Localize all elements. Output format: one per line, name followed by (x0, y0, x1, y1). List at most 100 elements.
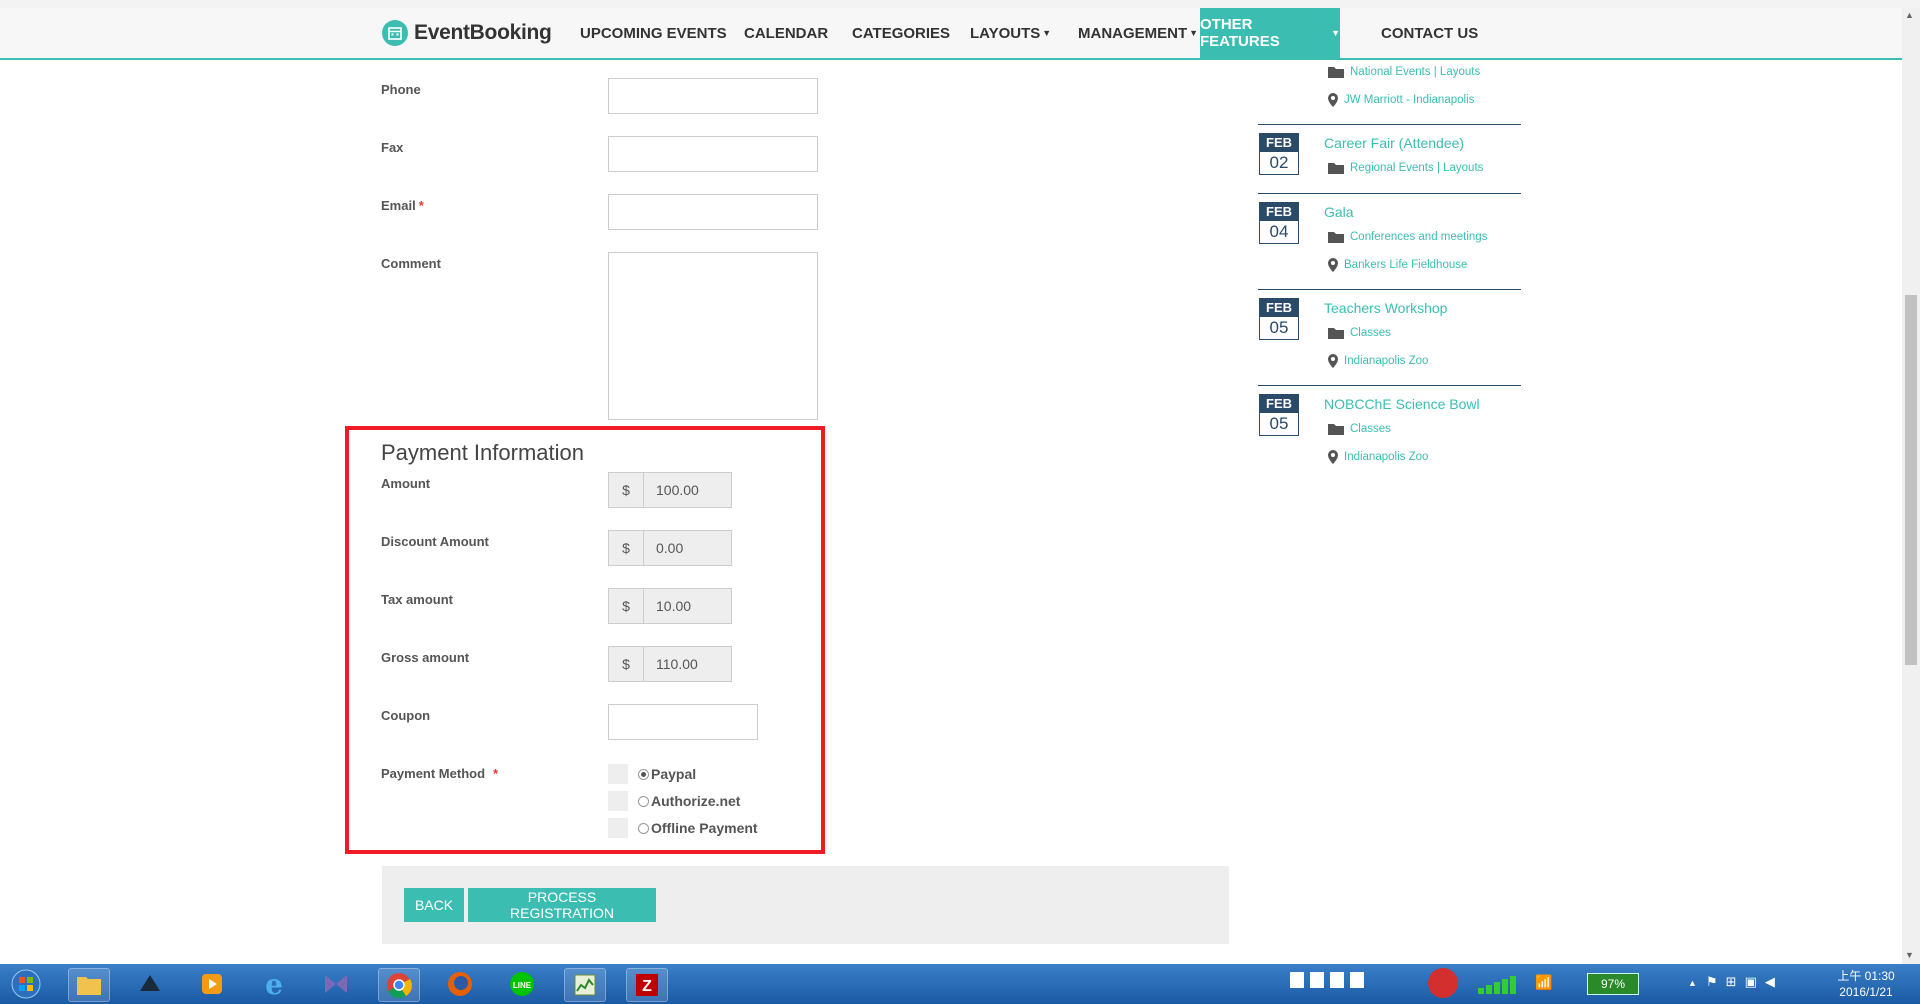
event-title-link[interactable]: NOBCChE Science Bowl (1324, 396, 1480, 412)
payment-method-label-text: Payment Method (381, 766, 486, 781)
windows-icon[interactable]: ⊞ (1726, 974, 1737, 990)
line-icon[interactable]: LINE (502, 968, 542, 1000)
volume-icon[interactable]: ◀ (1765, 974, 1775, 990)
scroll-down-arrow-icon[interactable]: ▼ (1905, 950, 1914, 960)
event-title-link[interactable]: Gala (1324, 204, 1354, 220)
event-location-link[interactable]: Bankers Life Fieldhouse (1328, 258, 1467, 272)
payment-method-authorize[interactable]: Authorize.net (608, 791, 740, 811)
event-location-text: Indianapolis Zoo (1344, 355, 1429, 367)
coupon-label: Coupon (381, 708, 431, 723)
nav-other-features[interactable]: OTHER FEATURES ▼ (1200, 8, 1340, 58)
event-day: 02 (1260, 152, 1298, 174)
payment-method-label-paypal: Paypal (651, 766, 697, 782)
tax-label: Tax amount (381, 592, 453, 607)
phone-input[interactable] (608, 78, 818, 114)
payment-method-label-authorize: Authorize.net (651, 793, 741, 809)
show-hidden-icons-arrow-icon[interactable]: ▲ (1688, 978, 1697, 988)
nav-label: UPCOMING EVENTS (580, 24, 727, 42)
site-logo[interactable]: EventBooking (382, 16, 552, 50)
event-title-link[interactable]: Teachers Workshop (1324, 300, 1447, 316)
taskmgr-icon[interactable] (564, 968, 606, 1002)
event-divider (1258, 289, 1521, 290)
visual-studio-icon[interactable] (316, 968, 356, 1000)
payment-method-paypal[interactable]: Paypal (608, 764, 696, 784)
tax-value: 10.00 (644, 589, 731, 623)
tray-system-icons[interactable]: ⚑ ⊞ ▣ ◀ (1706, 974, 1775, 990)
nav-management[interactable]: MANAGEMENT ▼ (1060, 8, 1216, 58)
event-category-link[interactable]: National Events | Layouts (1328, 66, 1480, 78)
payment-method-offline[interactable]: Offline Payment (608, 818, 758, 838)
event-category-link[interactable]: Classes (1328, 423, 1391, 435)
email-label-text: Email (381, 198, 416, 213)
wireless-icon[interactable]: 📶 (1535, 974, 1552, 991)
event-category-text: Regional Events | Layouts (1350, 162, 1484, 174)
event-day: 05 (1260, 413, 1298, 435)
help-icon[interactable] (1350, 972, 1364, 988)
media-player-icon[interactable] (192, 968, 232, 1000)
nav-label: CONTACT US (1381, 24, 1479, 42)
radio-unchecked-icon[interactable] (638, 795, 649, 807)
caret-down-icon: ▼ (1331, 28, 1340, 38)
process-registration-button[interactable]: PROCESS REGISTRATION (468, 888, 656, 922)
event-location-link[interactable]: Indianapolis Zoo (1328, 354, 1428, 368)
fax-input[interactable] (608, 136, 818, 172)
event-day: 05 (1260, 317, 1298, 339)
coupon-input[interactable] (608, 704, 758, 740)
app-icon[interactable] (130, 968, 170, 1000)
event-divider (1258, 193, 1521, 194)
nav-categories[interactable]: CATEGORIES (834, 8, 968, 58)
radio-checked-icon[interactable] (638, 768, 649, 780)
fax-label: Fax (381, 140, 404, 155)
event-category-link[interactable]: Classes (1328, 327, 1391, 339)
explorer-icon[interactable] (68, 968, 110, 1002)
event-category-link[interactable]: Conferences and meetings (1328, 231, 1487, 243)
svg-text:LINE: LINE (513, 981, 532, 990)
nav-layouts[interactable]: LAYOUTS ▼ (952, 8, 1069, 58)
radio-unchecked-icon[interactable] (638, 822, 649, 834)
tray-app-icon[interactable] (1428, 968, 1458, 998)
payment-method-label-offline: Offline Payment (651, 820, 758, 836)
start-orb-icon[interactable] (6, 968, 46, 1000)
nav-label: OTHER FEATURES (1200, 16, 1280, 50)
system-clock[interactable]: 上午 01:30 2016/1/21 (1822, 968, 1910, 1000)
nav-calendar[interactable]: CALENDAR (726, 8, 846, 58)
email-label: Email * (381, 198, 424, 213)
internet-explorer-icon[interactable]: e (254, 968, 294, 1001)
site-logo-text: EventBooking (414, 21, 552, 44)
radio-box (608, 818, 628, 838)
ime-icon[interactable] (1330, 972, 1344, 988)
scrollbar-thumb[interactable] (1905, 295, 1917, 665)
firefox-icon[interactable] (440, 968, 480, 1000)
tray-ime-icons[interactable] (1290, 972, 1364, 988)
battery-indicator[interactable]: 97% (1587, 973, 1639, 995)
map-marker-icon (1328, 258, 1338, 272)
nav-upcoming-events[interactable]: UPCOMING EVENTS (562, 8, 745, 58)
nav-label: MANAGEMENT (1078, 24, 1188, 42)
event-location-link[interactable]: JW Marriott - Indianapolis (1328, 93, 1474, 107)
event-category-text: Conferences and meetings (1350, 231, 1488, 243)
nav-contact-us[interactable]: CONTACT US (1363, 8, 1496, 58)
chrome-icon[interactable] (378, 968, 420, 1002)
event-location-text: Indianapolis Zoo (1344, 451, 1429, 463)
event-day: 04 (1260, 221, 1298, 243)
ime-icon[interactable] (1290, 972, 1304, 988)
filezilla-icon[interactable]: Z (626, 968, 668, 1002)
email-input[interactable] (608, 194, 818, 230)
radio-box (608, 791, 628, 811)
comment-textarea[interactable] (608, 252, 818, 420)
discount-value: 0.00 (644, 531, 731, 565)
event-category-link[interactable]: Regional Events | Layouts (1328, 162, 1483, 174)
event-location-link[interactable]: Indianapolis Zoo (1328, 450, 1428, 464)
scroll-up-arrow-icon[interactable]: ▲ (1905, 10, 1914, 20)
event-month: FEB (1260, 134, 1298, 152)
network-signal-icon[interactable] (1478, 976, 1524, 994)
gross-value: 110.00 (644, 647, 731, 681)
printer-icon[interactable]: ▣ (1745, 974, 1757, 990)
payment-section-title: Payment Information (381, 440, 584, 465)
event-title-link[interactable]: Career Fair (Attendee) (1324, 135, 1464, 151)
clock-date: 2016/1/21 (1839, 985, 1893, 999)
folder-icon (1328, 163, 1344, 174)
flag-icon[interactable]: ⚑ (1706, 974, 1718, 990)
ime-icon[interactable] (1310, 972, 1324, 988)
back-button[interactable]: BACK (404, 888, 464, 922)
